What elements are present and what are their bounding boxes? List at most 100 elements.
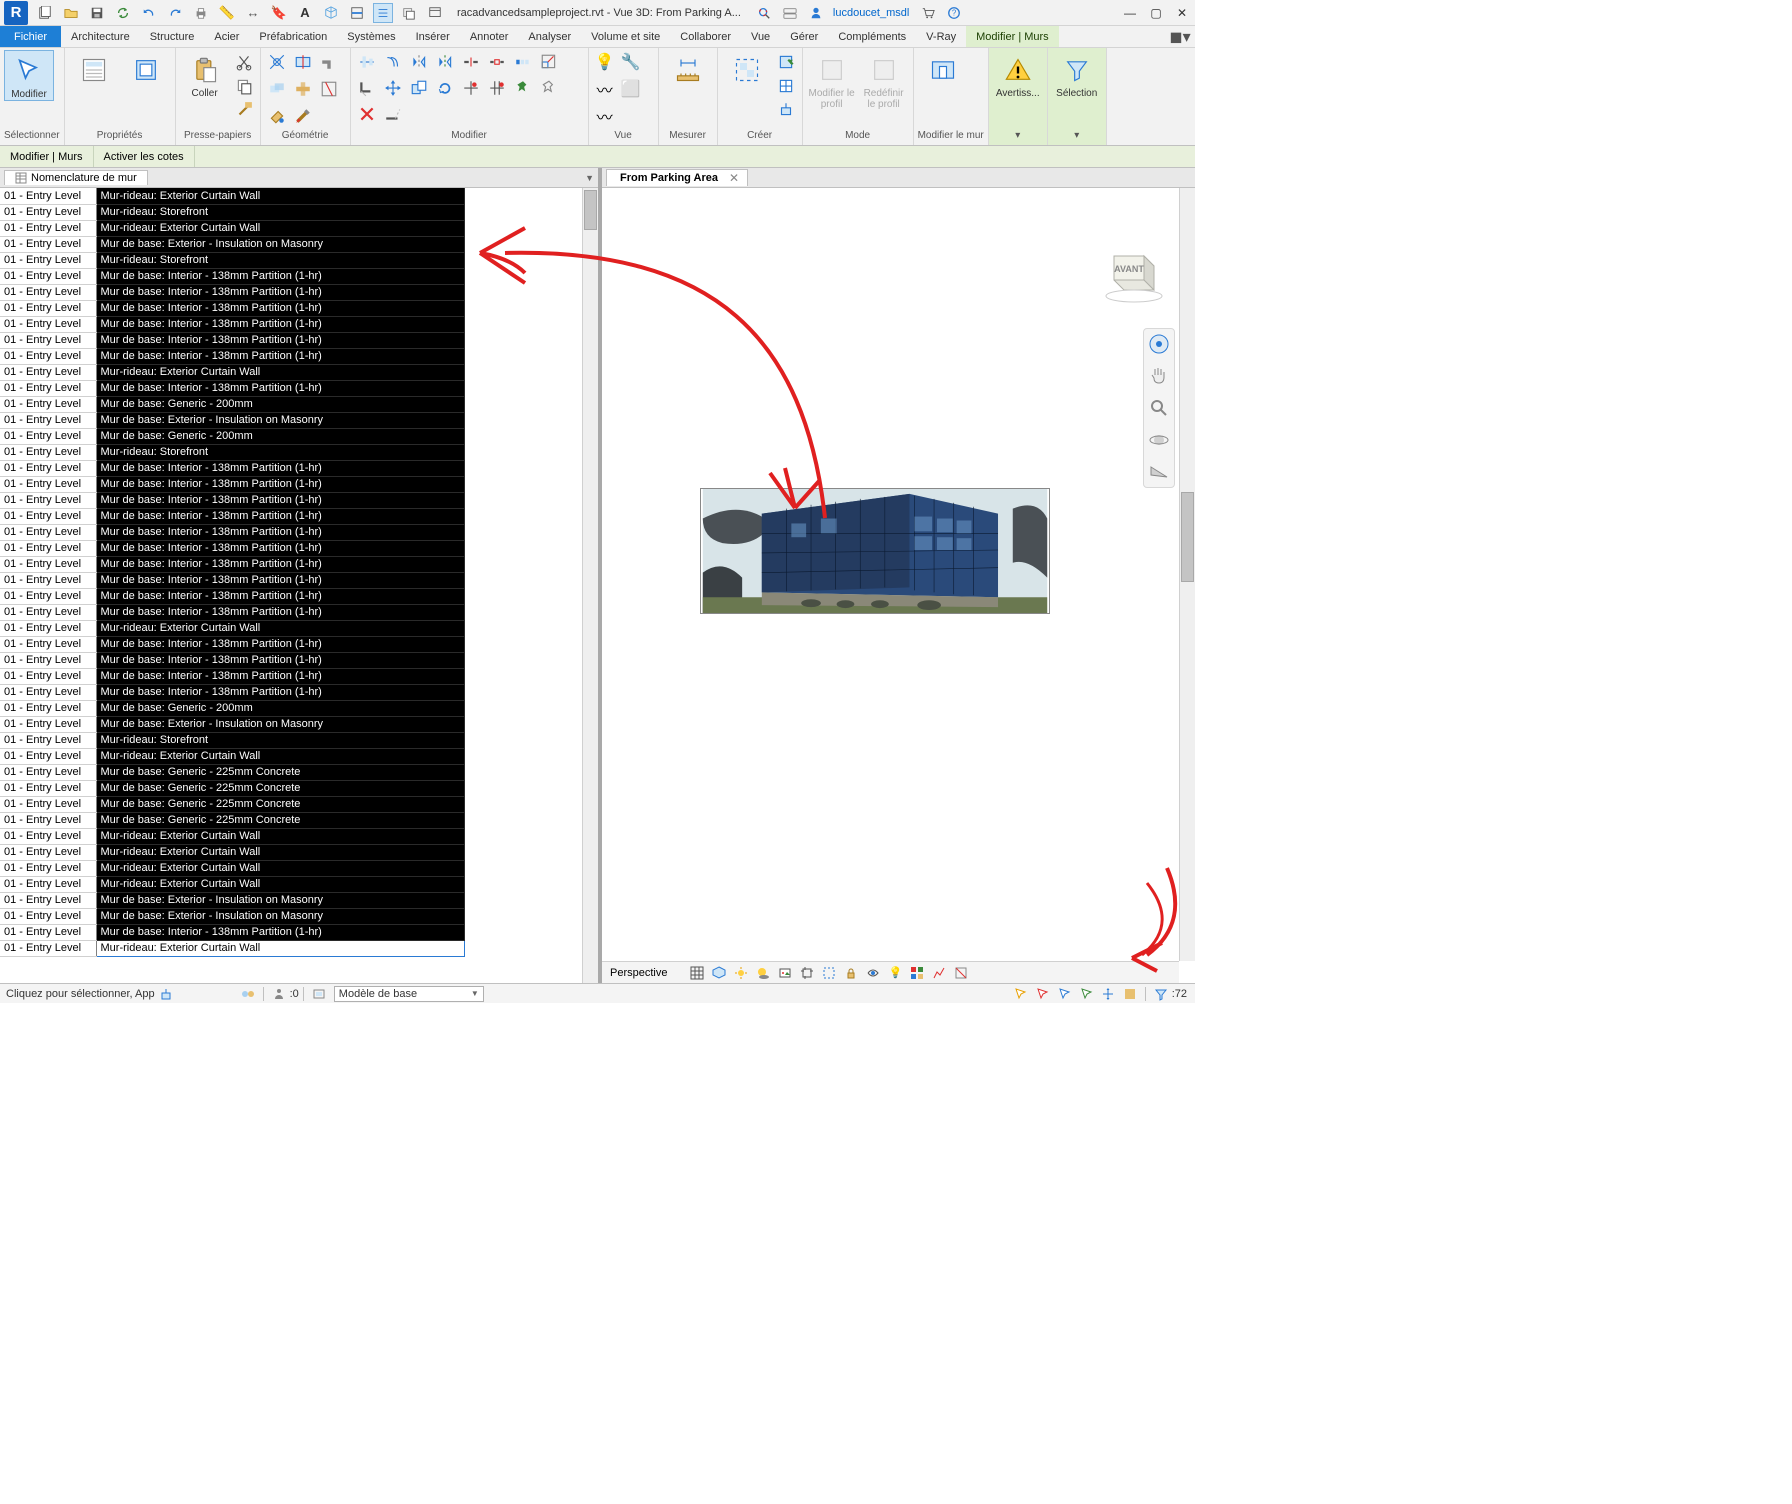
table-row[interactable]: 01 - Entry LevelMur de base: Interior - … [0, 588, 465, 604]
cell-level[interactable]: 01 - Entry Level [0, 684, 96, 700]
visual-style-icon[interactable] [711, 965, 727, 981]
steering-wheel-icon[interactable] [1148, 333, 1170, 355]
qat-redo-icon[interactable] [165, 3, 185, 23]
help-icon[interactable]: ? [944, 3, 964, 23]
cell-type[interactable]: Mur de base: Interior - 138mm Partition … [96, 540, 465, 556]
cell-level[interactable]: 01 - Entry Level [0, 636, 96, 652]
table-row[interactable]: 01 - Entry LevelMur de base: Interior - … [0, 380, 465, 396]
cell-type[interactable]: Mur de base: Interior - 138mm Partition … [96, 284, 465, 300]
sb-select-pinned-icon[interactable] [1055, 986, 1073, 1002]
cell-type[interactable]: Mur-rideau: Exterior Curtain Wall [96, 220, 465, 236]
extend-icon[interactable] [382, 103, 404, 125]
table-row[interactable]: 01 - Entry LevelMur de base: Exterior - … [0, 236, 465, 252]
paint-icon[interactable] [266, 105, 288, 127]
cell-level[interactable]: 01 - Entry Level [0, 668, 96, 684]
table-row[interactable]: 01 - Entry LevelMur de base: Interior - … [0, 476, 465, 492]
schedule-table-scroll[interactable]: 01 - Entry LevelMur-rideau: Exterior Cur… [0, 188, 465, 983]
cell-type[interactable]: Mur de base: Interior - 138mm Partition … [96, 668, 465, 684]
qat-undo-icon[interactable] [139, 3, 159, 23]
table-row[interactable]: 01 - Entry LevelMur de base: Generic - 2… [0, 396, 465, 412]
create-similar-icon[interactable] [775, 51, 797, 73]
cell-level[interactable]: 01 - Entry Level [0, 508, 96, 524]
table-row[interactable]: 01 - Entry LevelMur de base: Generic - 2… [0, 780, 465, 796]
qat-save-icon[interactable] [87, 3, 107, 23]
view-break-icon[interactable]: 〰 [594, 105, 616, 127]
table-row[interactable]: 01 - Entry LevelMur de base: Interior - … [0, 524, 465, 540]
copy-icon[interactable] [233, 75, 255, 97]
cell-type[interactable]: Mur de base: Generic - 225mm Concrete [96, 812, 465, 828]
table-row[interactable]: 01 - Entry LevelMur-rideau: Exterior Cur… [0, 220, 465, 236]
align-icon[interactable] [356, 51, 378, 73]
trim-corner-icon[interactable] [356, 77, 378, 99]
cell-type[interactable]: Mur-rideau: Exterior Curtain Wall [96, 844, 465, 860]
sb-select-underlay-icon[interactable] [1033, 986, 1051, 1002]
table-row[interactable]: 01 - Entry LevelMur de base: Interior - … [0, 300, 465, 316]
cell-level[interactable]: 01 - Entry Level [0, 476, 96, 492]
cell-level[interactable]: 01 - Entry Level [0, 748, 96, 764]
cell-level[interactable]: 01 - Entry Level [0, 780, 96, 796]
tab-inserer[interactable]: Insérer [406, 26, 460, 47]
cell-level[interactable]: 01 - Entry Level [0, 764, 96, 780]
cell-level[interactable]: 01 - Entry Level [0, 492, 96, 508]
schedule-drop-icon[interactable]: ▼ [585, 173, 594, 183]
sb-worksets-icon[interactable] [239, 986, 257, 1002]
create-group-button[interactable] [722, 50, 772, 86]
cell-type[interactable]: Mur de base: Exterior - Insulation on Ma… [96, 892, 465, 908]
scale-icon[interactable] [538, 51, 560, 73]
tab-architecture[interactable]: Architecture [61, 26, 140, 47]
ribbon-toggle-icon[interactable]: ◼▾ [1165, 26, 1195, 47]
qat-section-icon[interactable] [347, 3, 367, 23]
temp-hide-icon[interactable] [865, 965, 881, 981]
cell-type[interactable]: Mur-rideau: Exterior Curtain Wall [96, 364, 465, 380]
split-icon[interactable] [460, 51, 482, 73]
view-tab-close-icon[interactable]: ✕ [729, 171, 739, 185]
demo-icon[interactable] [292, 105, 314, 127]
trim-multi-icon[interactable] [486, 77, 508, 99]
search-icon[interactable] [754, 3, 774, 23]
override-icon[interactable]: 🔧 [620, 51, 642, 73]
cell-type[interactable]: Mur-rideau: Exterior Curtain Wall [96, 748, 465, 764]
analytical-icon[interactable] [931, 965, 947, 981]
cell-type[interactable]: Mur de base: Interior - 138mm Partition … [96, 684, 465, 700]
cell-type[interactable]: Mur de base: Interior - 138mm Partition … [96, 492, 465, 508]
close-button[interactable]: ✕ [1169, 3, 1195, 23]
maximize-button[interactable]: ▢ [1143, 3, 1169, 23]
cell-level[interactable]: 01 - Entry Level [0, 700, 96, 716]
cell-level[interactable]: 01 - Entry Level [0, 412, 96, 428]
orbit-icon[interactable] [1148, 429, 1170, 451]
cell-level[interactable]: 01 - Entry Level [0, 380, 96, 396]
qat-close-hidden-icon[interactable] [399, 3, 419, 23]
table-row[interactable]: 01 - Entry LevelMur-rideau: Exterior Cur… [0, 876, 465, 892]
cell-level[interactable]: 01 - Entry Level [0, 220, 96, 236]
cell-type[interactable]: Mur-rideau: Exterior Curtain Wall [96, 860, 465, 876]
copy-mod-icon[interactable] [408, 77, 430, 99]
sb-workset-combo[interactable]: Modèle de base▼ [334, 986, 484, 1002]
tab-modifier-murs[interactable]: Modifier | Murs [966, 26, 1059, 47]
trim-single-icon[interactable] [460, 77, 482, 99]
array-icon[interactable] [512, 51, 534, 73]
table-row[interactable]: 01 - Entry LevelMur-rideau: Exterior Cur… [0, 940, 465, 956]
cell-level[interactable]: 01 - Entry Level [0, 268, 96, 284]
modify-button[interactable]: Modifier [4, 50, 54, 101]
cell-type[interactable]: Mur-rideau: Exterior Curtain Wall [96, 188, 465, 204]
cell-level[interactable]: 01 - Entry Level [0, 620, 96, 636]
table-row[interactable]: 01 - Entry LevelMur de base: Interior - … [0, 268, 465, 284]
table-row[interactable]: 01 - Entry LevelMur-rideau: Storefront [0, 732, 465, 748]
table-row[interactable]: 01 - Entry LevelMur-rideau: Exterior Cur… [0, 748, 465, 764]
crop-show-icon[interactable] [799, 965, 815, 981]
cell-level[interactable]: 01 - Entry Level [0, 732, 96, 748]
tab-annoter[interactable]: Annoter [460, 26, 519, 47]
sb-person-icon[interactable] [270, 986, 288, 1002]
cell-type[interactable]: Mur de base: Generic - 225mm Concrete [96, 796, 465, 812]
table-row[interactable]: 01 - Entry LevelMur de base: Interior - … [0, 556, 465, 572]
table-row[interactable]: 01 - Entry LevelMur de base: Generic - 2… [0, 796, 465, 812]
sun-path-icon[interactable] [733, 965, 749, 981]
cell-type[interactable]: Mur-rideau: Storefront [96, 252, 465, 268]
cut-icon[interactable] [233, 51, 255, 73]
cell-level[interactable]: 01 - Entry Level [0, 844, 96, 860]
qat-dim-icon[interactable]: ↔ [243, 3, 263, 23]
qat-3d-icon[interactable] [321, 3, 341, 23]
cell-level[interactable]: 01 - Entry Level [0, 604, 96, 620]
sb-select-links-icon[interactable] [1011, 986, 1029, 1002]
table-row[interactable]: 01 - Entry LevelMur de base: Interior - … [0, 540, 465, 556]
